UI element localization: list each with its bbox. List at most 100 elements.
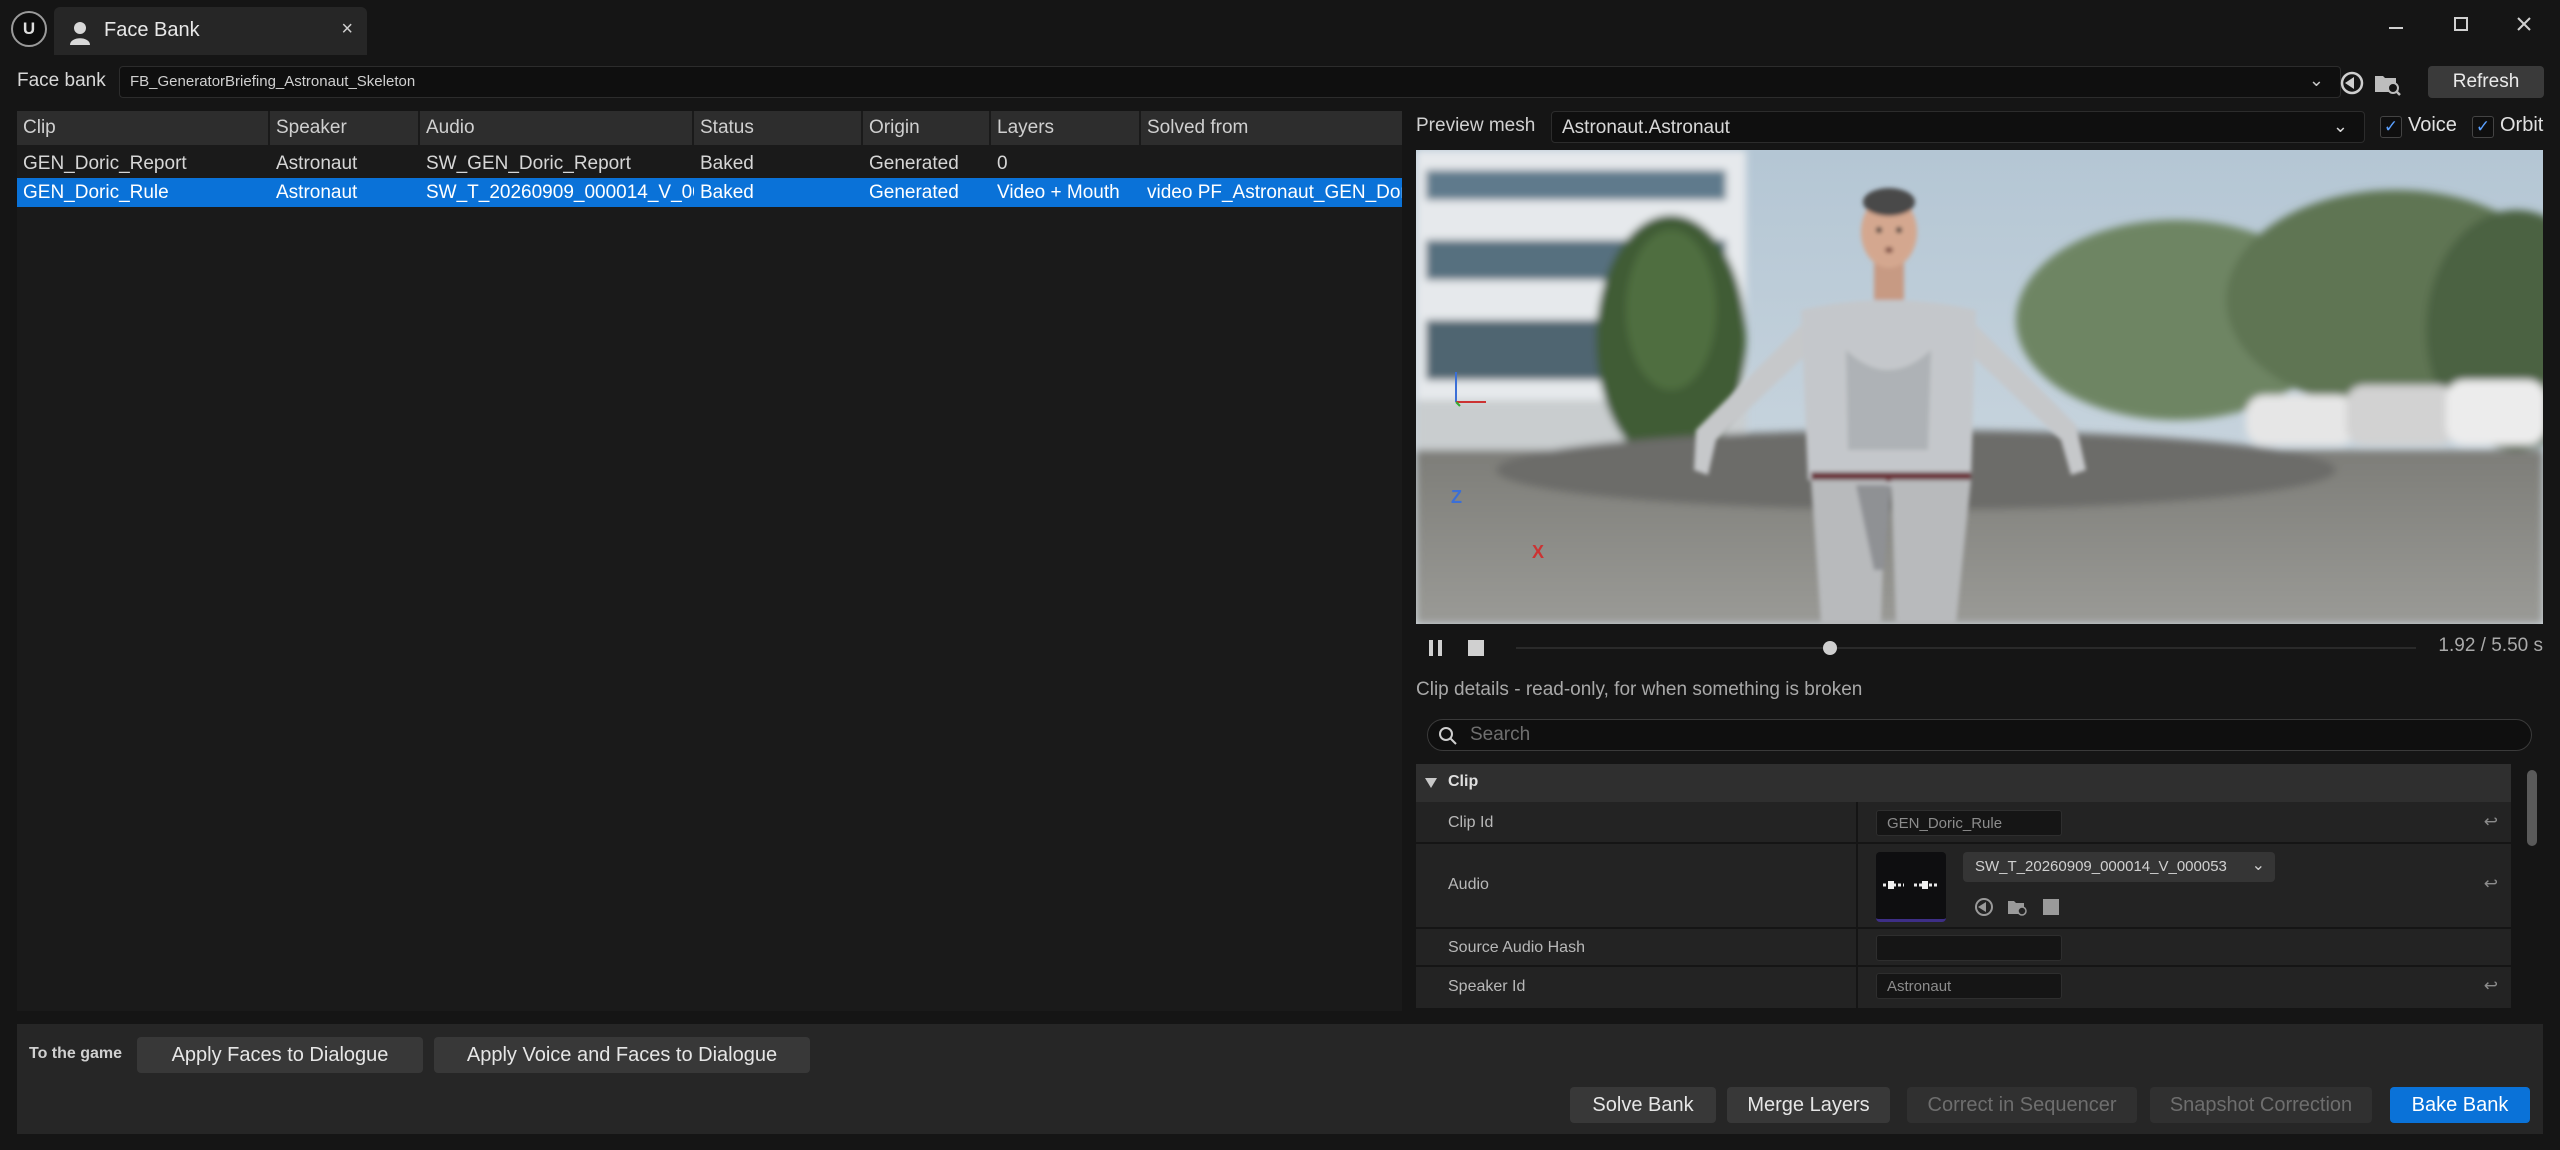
merge-layers-button[interactable]: Merge Layers — [1727, 1087, 1890, 1123]
scrubber-handle[interactable] — [1823, 641, 1838, 655]
table-row[interactable]: GEN_Doric_Report Astronaut SW_GEN_Doric_… — [17, 149, 1402, 178]
to-the-game-label: To the game — [29, 1045, 123, 1062]
column-header-layers[interactable]: Layers — [991, 111, 1141, 145]
voice-label: Voice — [2408, 114, 2457, 136]
tab-face-bank[interactable]: Face Bank × — [54, 7, 367, 55]
property-label: Clip Id — [1448, 814, 1494, 831]
reset-to-default-icon[interactable]: ↩ — [2484, 976, 2498, 996]
clip-table: Clip Speaker Audio Status Origin Layers … — [17, 111, 1402, 1011]
clip-id-field: GEN_Doric_Rule — [1876, 810, 2062, 836]
maximize-icon[interactable] — [2441, 6, 2481, 42]
browse-asset-icon[interactable] — [2372, 68, 2402, 98]
footer-panel: To the game Apply Faces to Dialogue Appl… — [17, 1024, 2543, 1134]
chevron-down-icon: ⌄ — [2332, 116, 2348, 136]
row-gutter — [2511, 967, 2526, 1008]
category-clip[interactable]: Clip — [1416, 764, 2526, 802]
row-gutter — [2511, 802, 2526, 842]
details-panel: Clip Clip Id GEN_Doric_Rule ↩ Audio SW_T… — [1416, 764, 2526, 1010]
waveform-icon — [1883, 881, 1938, 889]
title-bar: U Face Bank × — [0, 0, 2560, 60]
minimize-icon[interactable] — [2376, 6, 2416, 42]
cell-status: Baked — [700, 182, 754, 203]
expand-arrow-icon[interactable] — [1424, 777, 1438, 789]
axis-x-label: X — [1532, 542, 1545, 562]
column-divider — [1856, 967, 1858, 1008]
browse-asset-icon[interactable] — [2006, 896, 2028, 918]
cell-origin: Generated — [869, 182, 959, 203]
stop-icon[interactable] — [1466, 638, 1486, 658]
reset-to-default-icon[interactable]: ↩ — [2484, 874, 2498, 894]
column-divider — [1856, 929, 1858, 965]
face-icon — [70, 22, 90, 45]
audio-thumbnail[interactable] — [1876, 852, 1946, 922]
face-bank-value: FB_GeneratorBriefing_Astronaut_Skeleton — [130, 73, 416, 90]
cell-audio: SW_GEN_Doric_Report — [426, 153, 631, 174]
stop-audio-icon[interactable] — [2040, 896, 2062, 918]
preview-mesh-dropdown[interactable]: Astronaut.Astronaut ⌄ — [1551, 111, 2365, 143]
timeline-scrubber[interactable] — [1516, 647, 2416, 649]
correct-in-sequencer-button[interactable]: Correct in Sequencer — [1907, 1087, 2137, 1123]
search-input[interactable] — [1470, 723, 2510, 747]
column-header-speaker[interactable]: Speaker — [270, 111, 420, 145]
details-search[interactable] — [1427, 719, 2532, 751]
apply-faces-button[interactable]: Apply Faces to Dialogue — [137, 1037, 423, 1073]
property-clip-id: Clip Id GEN_Doric_Rule ↩ — [1416, 802, 2526, 844]
reset-to-default-icon[interactable]: ↩ — [2484, 812, 2498, 832]
cell-speaker: Astronaut — [276, 153, 358, 174]
column-divider — [1856, 844, 1858, 927]
snapshot-correction-button[interactable]: Snapshot Correction — [2150, 1087, 2372, 1123]
cell-speaker: Astronaut — [276, 182, 358, 203]
cell-origin: Generated — [869, 153, 959, 174]
row-gutter — [2511, 844, 2526, 927]
cell-solved-from: video PF_Astronaut_GEN_Doric_Rule — [1147, 182, 1402, 203]
face-bank-row: Face bank FB_GeneratorBriefing_Astronaut… — [0, 62, 2560, 102]
property-source-audio-hash: Source Audio Hash — [1416, 929, 2526, 967]
cell-audio: SW_T_20260909_000014_V_000053 — [426, 182, 694, 203]
close-tab-icon[interactable]: × — [341, 18, 353, 41]
category-label: Clip — [1448, 773, 1479, 790]
category-gutter — [2511, 764, 2526, 802]
voice-checkbox[interactable]: ✓ — [2380, 116, 2402, 138]
table-header: Clip Speaker Audio Status Origin Layers … — [17, 111, 1402, 145]
column-header-origin[interactable]: Origin — [863, 111, 991, 145]
face-bank-dropdown[interactable]: FB_GeneratorBriefing_Astronaut_Skeleton … — [119, 66, 2341, 98]
chevron-down-icon: ⌄ — [2251, 857, 2265, 874]
property-label: Audio — [1448, 876, 1489, 893]
source-audio-hash-field — [1876, 935, 2062, 961]
column-header-solved-from[interactable]: Solved from — [1141, 111, 1402, 145]
details-scroll-thumb[interactable] — [2527, 770, 2537, 846]
viewport-scene — [1416, 150, 2543, 624]
preview-viewport[interactable]: Z X — [1416, 150, 2543, 624]
refresh-button[interactable]: Refresh — [2428, 66, 2544, 98]
apply-voice-faces-button[interactable]: Apply Voice and Faces to Dialogue — [434, 1037, 810, 1073]
cell-solved-from — [1141, 149, 1402, 178]
use-selected-asset-icon[interactable] — [1973, 896, 1995, 918]
property-speaker-id: Speaker Id Astronaut ↩ — [1416, 967, 2526, 1010]
column-header-audio[interactable]: Audio — [420, 111, 694, 145]
property-label: Source Audio Hash — [1448, 939, 1585, 956]
column-header-status[interactable]: Status — [694, 111, 863, 145]
audio-asset-combo[interactable]: SW_T_20260909_000014_V_000053 ⌄ — [1963, 852, 2275, 882]
column-divider — [1856, 802, 1858, 842]
bake-bank-button[interactable]: Bake Bank — [2390, 1087, 2530, 1123]
use-selected-asset-icon[interactable] — [2337, 68, 2367, 98]
preview-mesh-value: Astronaut.Astronaut — [1562, 117, 1730, 138]
orbit-checkbox[interactable]: ✓ — [2472, 116, 2494, 138]
cell-clip: GEN_Doric_Report — [23, 153, 187, 174]
column-header-clip[interactable]: Clip — [17, 111, 270, 145]
unreal-logo-icon[interactable]: U — [11, 11, 47, 47]
pause-icon[interactable] — [1426, 638, 1446, 658]
close-window-icon[interactable] — [2504, 6, 2544, 42]
cell-layers: 0 — [997, 153, 1008, 174]
solve-bank-button[interactable]: Solve Bank — [1570, 1087, 1716, 1123]
face-bank-label: Face bank — [17, 70, 106, 91]
row-gutter — [2511, 929, 2526, 965]
tab-title: Face Bank — [104, 19, 200, 41]
cell-layers: Video + Mouth — [997, 182, 1120, 203]
playback-controls: 1.92 / 5.50 s — [1416, 630, 2543, 666]
property-audio: Audio SW_T_20260909_000014_V_000053 ⌄ ↩ — [1416, 844, 2526, 929]
details-title: Clip details - read-only, for when somet… — [1416, 679, 1863, 700]
playback-time: 1.92 / 5.50 s — [2438, 635, 2543, 656]
table-row-selected[interactable]: GEN_Doric_Rule Astronaut SW_T_20260909_0… — [17, 178, 1402, 207]
preview-mesh-label: Preview mesh — [1416, 115, 1536, 136]
